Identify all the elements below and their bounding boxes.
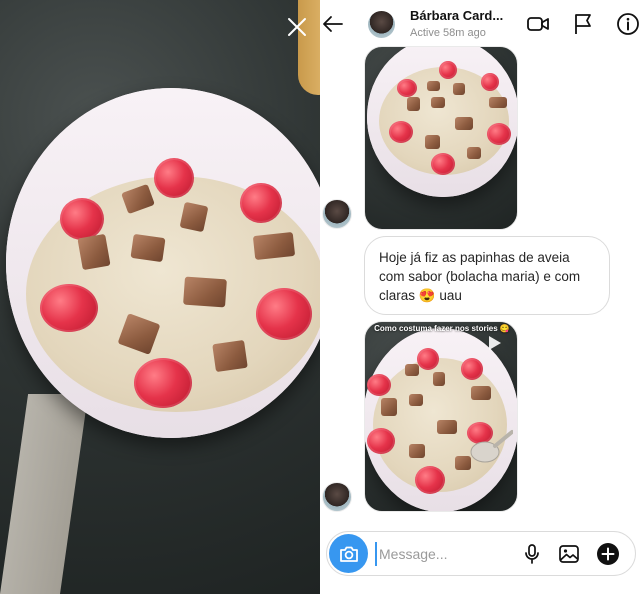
conversation-info-button[interactable] <box>616 12 640 36</box>
close-story-button[interactable] <box>284 14 310 40</box>
plus-circle-icon <box>597 543 619 565</box>
arrow-left-icon <box>323 16 343 32</box>
microphone-icon <box>525 544 539 564</box>
message-composer <box>326 531 636 576</box>
story-reply-message[interactable]: Como costuma fazer nos stories 😋 <box>364 321 518 512</box>
photo-message[interactable] <box>364 46 518 230</box>
play-icon <box>489 336 501 350</box>
sender-avatar[interactable] <box>322 199 352 229</box>
video-call-button[interactable] <box>526 12 550 36</box>
image-gallery-icon <box>559 545 579 563</box>
report-button[interactable] <box>571 12 595 36</box>
close-icon <box>288 18 306 36</box>
thread-header: Bárbara Card... Active 58m ago <box>320 0 640 48</box>
gallery-button[interactable] <box>557 542 581 566</box>
countertop-edge <box>0 394 89 594</box>
camera-button[interactable] <box>329 534 368 573</box>
camera-icon <box>339 546 358 562</box>
info-icon <box>617 13 639 35</box>
more-options-button[interactable] <box>596 542 620 566</box>
voice-message-button[interactable] <box>520 542 544 566</box>
text-message-bubble: Hoje já fiz as papinhas de aveia com sab… <box>364 236 610 315</box>
direct-message-thread: Bárbara Card... Active 58m ago Hoje já f… <box>320 0 640 594</box>
message-input[interactable] <box>375 542 525 566</box>
spoon-graphic <box>470 430 513 463</box>
back-button[interactable] <box>320 12 346 36</box>
story-caption: Como costuma fazer nos stories 😋 <box>374 324 510 333</box>
message-text: Hoje já fiz as papinhas de aveia com sab… <box>379 250 581 303</box>
sender-avatar[interactable] <box>322 482 352 512</box>
video-camera-icon <box>527 17 549 31</box>
story-photo-viewer <box>0 0 320 594</box>
contact-avatar[interactable] <box>368 11 395 38</box>
contact-name[interactable]: Bárbara Card... <box>410 8 503 23</box>
porridge-bowl-photo <box>6 88 320 438</box>
flag-icon <box>575 14 591 34</box>
contact-active-status: Active 58m ago <box>410 27 486 39</box>
